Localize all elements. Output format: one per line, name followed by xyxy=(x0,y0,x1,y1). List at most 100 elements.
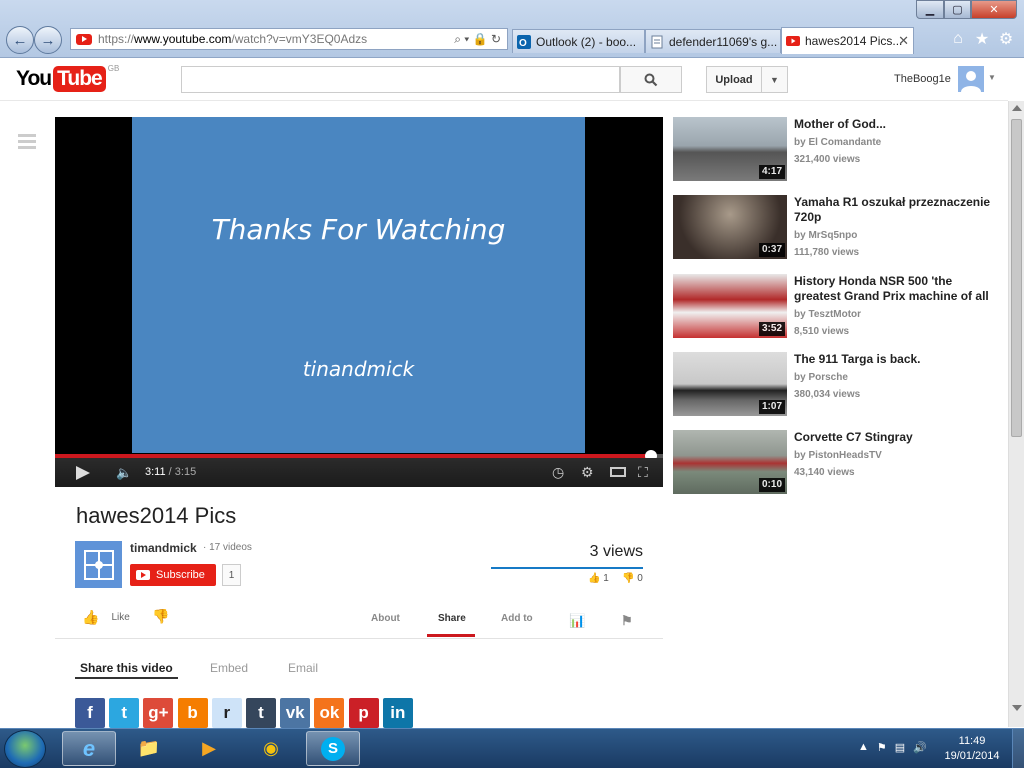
channel-video-count[interactable]: · 17 videos xyxy=(203,542,252,553)
clock[interactable]: 11:49 19/01/2014 xyxy=(936,734,1008,764)
googleplus-icon[interactable]: g+ xyxy=(143,698,174,728)
channel-avatar[interactable] xyxy=(75,541,122,588)
taskbar-skype[interactable]: S xyxy=(306,731,360,766)
tumblr-icon[interactable]: t xyxy=(246,698,276,728)
arrow-right-icon: → xyxy=(40,31,56,49)
tab-email[interactable]: Email xyxy=(288,661,318,675)
youtube-logo[interactable]: You Tube GB xyxy=(16,64,119,92)
odnoklassniki-icon[interactable]: ok xyxy=(314,698,345,728)
twitter-icon[interactable]: t xyxy=(109,698,140,728)
account-dropdown-icon[interactable]: ▼ xyxy=(988,73,996,82)
tab-defender[interactable]: defender11069's g... xyxy=(645,29,781,53)
pinterest-icon[interactable]: p xyxy=(348,698,379,728)
related-video-item[interactable]: 3:52 History Honda NSR 500 'the greatest … xyxy=(673,274,1003,340)
facebook-icon[interactable]: f xyxy=(75,698,105,728)
forward-button[interactable]: → xyxy=(34,26,62,54)
youtube-play-icon xyxy=(136,570,150,580)
taskbar-chrome[interactable]: ◉ xyxy=(244,731,298,766)
upload-button[interactable]: Upload xyxy=(706,66,762,93)
related-video-channel[interactable]: El Comandante xyxy=(808,137,881,148)
related-video-channel[interactable]: MrSq5npo xyxy=(808,230,857,241)
like-label: Like xyxy=(111,612,130,623)
search-button[interactable] xyxy=(620,66,682,93)
action-center-flag-icon[interactable]: ⚑ xyxy=(877,741,887,754)
tab-outlook[interactable]: O Outlook (2) - boo... xyxy=(512,29,645,53)
scroll-down-icon[interactable] xyxy=(1012,705,1022,711)
start-button[interactable] xyxy=(4,730,46,768)
settings-gear-icon[interactable]: ⚙ xyxy=(581,464,594,481)
play-icon[interactable] xyxy=(76,466,90,480)
scrollbar-thumb[interactable] xyxy=(1011,119,1022,437)
related-video-thumbnail[interactable]: 0:37 xyxy=(673,195,787,259)
avatar[interactable] xyxy=(958,66,984,92)
related-video-channel[interactable]: TesztMotor xyxy=(808,309,861,320)
related-video-item[interactable]: 4:17 Mother of God... by El Comandante 321,… xyxy=(673,117,1003,183)
favorites-star-icon[interactable]: ★ xyxy=(972,29,992,49)
thumbs-up-small-icon: 👍 xyxy=(588,573,601,584)
related-video-item[interactable]: 0:10 Corvette C7 Stingray by PistonHeadsTV… xyxy=(673,430,1003,496)
related-video-title[interactable]: Corvette C7 Stingray xyxy=(794,430,1000,445)
tab-share-this-video[interactable]: Share this video xyxy=(80,661,173,675)
taskbar-media-player[interactable]: ▶ xyxy=(182,731,236,766)
related-video-item[interactable]: 0:37 Yamaha R1 oszukał przeznaczenie 720p… xyxy=(673,195,1003,261)
divider xyxy=(55,638,663,639)
tab-embed[interactable]: Embed xyxy=(210,661,248,675)
related-video-thumbnail[interactable]: 1:07 xyxy=(673,352,787,416)
back-button[interactable]: ← xyxy=(6,26,34,54)
fullscreen-icon[interactable]: ⛶ xyxy=(638,464,648,481)
reddit-icon[interactable]: r xyxy=(211,698,242,728)
close-tab-icon[interactable]: ✕ xyxy=(898,33,909,49)
tab-hawes2014[interactable]: hawes2014 Pics... ✕ xyxy=(781,27,914,54)
tab-about[interactable]: About xyxy=(371,613,400,624)
tab-share[interactable]: Share xyxy=(438,613,466,624)
watch-later-icon[interactable]: ◷ xyxy=(552,464,564,481)
vk-icon[interactable]: vk xyxy=(280,698,311,728)
dislikes-value: 0 xyxy=(637,573,643,584)
related-video-thumbnail[interactable]: 4:17 xyxy=(673,117,787,181)
dislike-button[interactable]: 👎 xyxy=(152,608,169,625)
gear-icon[interactable]: ⚙ xyxy=(996,29,1016,49)
related-video-item[interactable]: 1:07 The 911 Targa is back. by Porsche 380,… xyxy=(673,352,1003,418)
taskbar-internet-explorer[interactable]: e xyxy=(62,731,116,766)
flag-icon[interactable]: ⚑ xyxy=(621,613,633,629)
network-icon[interactable]: ▤ xyxy=(895,741,905,754)
related-video-thumbnail[interactable]: 0:10 xyxy=(673,430,787,494)
related-video-channel[interactable]: PistonHeadsTV xyxy=(808,450,881,461)
subscribe-button[interactable]: Subscribe xyxy=(130,564,216,586)
page-scrollbar[interactable] xyxy=(1008,101,1024,727)
guide-menu-icon[interactable] xyxy=(18,134,36,152)
video-frame[interactable]: Thanks For Watching tinandmick xyxy=(132,117,585,453)
channel-name-link[interactable]: timandmick xyxy=(130,541,197,555)
close-window-button[interactable]: ✕ xyxy=(971,0,1017,19)
username[interactable]: TheBoog1e xyxy=(894,73,951,85)
scroll-up-icon[interactable] xyxy=(1012,105,1022,111)
video-duration: 4:17 xyxy=(758,165,785,179)
minimize-button[interactable]: ▁ xyxy=(916,0,944,19)
linkedin-icon[interactable]: in xyxy=(382,698,413,728)
related-video-title[interactable]: Mother of God... xyxy=(794,117,1000,132)
video-player[interactable]: Thanks For Watching tinandmick 🔈 3:11 / … xyxy=(55,117,663,487)
related-video-thumbnail[interactable]: 3:52 xyxy=(673,274,787,338)
upload-dropdown-button[interactable]: ▼ xyxy=(761,66,788,93)
address-bar[interactable]: https://www.youtube.com/watch?v=vmY3EQ0A… xyxy=(70,28,508,50)
related-video-channel[interactable]: Porsche xyxy=(808,372,847,383)
stats-icon[interactable]: 📊 xyxy=(569,613,585,629)
theater-mode-icon[interactable] xyxy=(610,467,626,477)
blogger-icon[interactable]: b xyxy=(177,698,208,728)
related-video-title[interactable]: Yamaha R1 oszukał przeznaczenie 720p xyxy=(794,195,1000,225)
volume-tray-icon[interactable]: 🔊 xyxy=(913,741,927,754)
search-lock-refresh-icons[interactable]: ⌕ ▾ 🔒 ↻ xyxy=(454,32,501,47)
search-input[interactable] xyxy=(181,66,620,93)
clock-time: 11:49 xyxy=(958,735,986,747)
show-desktop-button[interactable] xyxy=(1012,729,1024,768)
home-icon[interactable]: ⌂ xyxy=(948,29,968,49)
tray-expand-icon[interactable]: ▲ xyxy=(858,741,869,754)
youtube-header: You Tube GB Upload ▼ TheBoog1e ▼ xyxy=(0,58,1008,101)
related-video-title[interactable]: The 911 Targa is back. xyxy=(794,352,1000,367)
like-button[interactable]: 👍 Like xyxy=(82,609,130,626)
taskbar-explorer[interactable]: 📁 xyxy=(122,731,176,766)
related-video-title[interactable]: History Honda NSR 500 'the greatest Gran… xyxy=(794,274,1000,304)
volume-icon[interactable]: 🔈 xyxy=(116,465,132,481)
tab-add-to[interactable]: Add to xyxy=(501,613,533,624)
maximize-button[interactable]: ▢ xyxy=(944,0,971,19)
